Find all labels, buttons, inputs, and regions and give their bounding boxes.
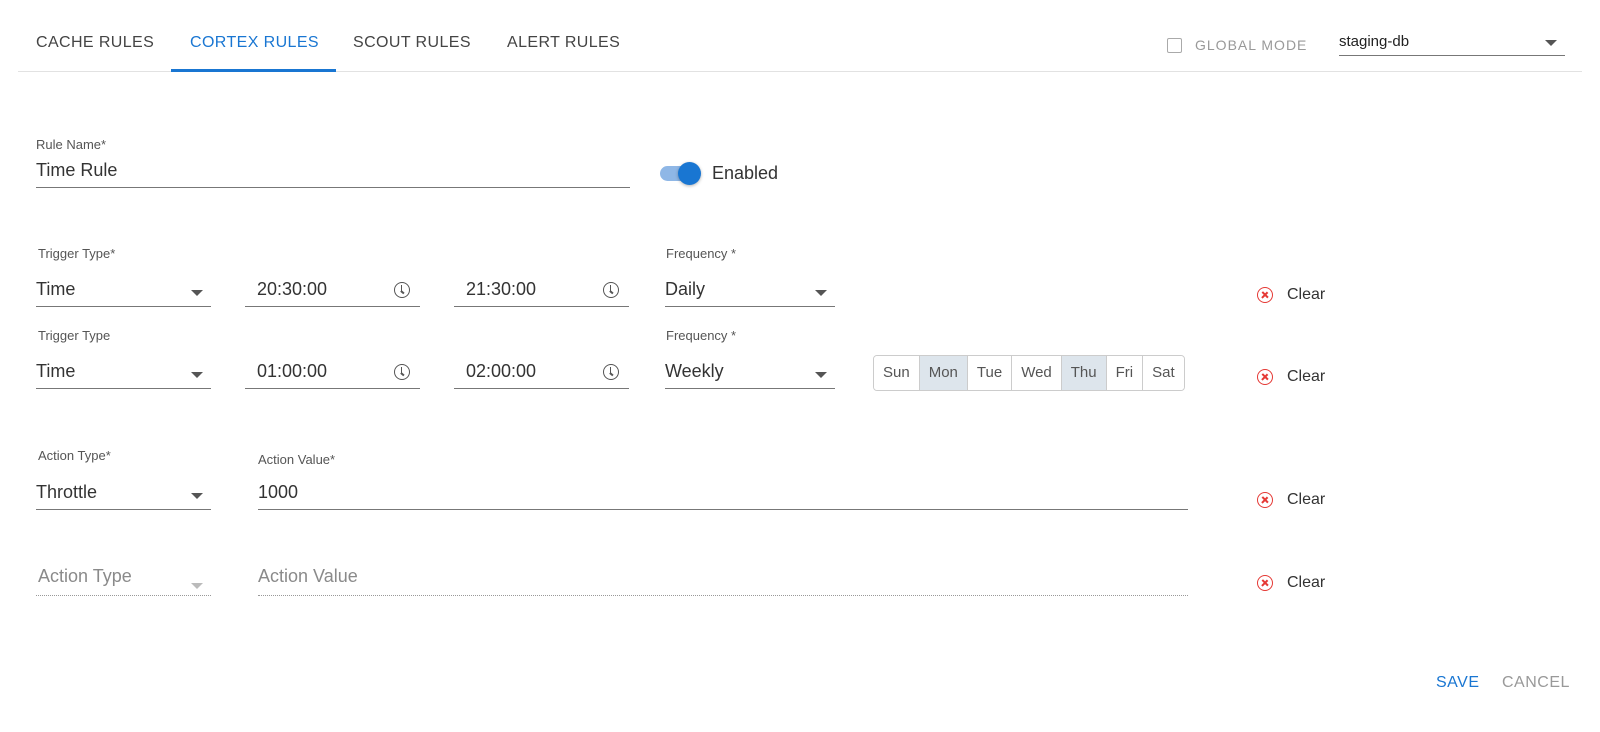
tab-cache-rules[interactable]: CACHE RULES: [36, 34, 154, 72]
enabled-toggle[interactable]: [660, 162, 702, 186]
chevron-down-icon: [815, 290, 827, 296]
close-circle-icon: [1257, 287, 1273, 303]
start-time-value: 01:00:00: [257, 361, 328, 381]
rule-name-label: Rule Name*: [36, 137, 107, 152]
day-toggle-thu[interactable]: Thu: [1061, 356, 1107, 390]
trigger-end-time-input[interactable]: 21:30:00: [454, 275, 629, 307]
trigger-start-time-input[interactable]: 01:00:00: [245, 357, 420, 389]
trigger-type-value: Time: [36, 279, 76, 299]
clear-label: Clear: [1287, 491, 1326, 508]
enabled-label: Enabled: [712, 163, 779, 183]
chevron-down-icon: [1545, 40, 1557, 46]
day-toggle-tue[interactable]: Tue: [967, 356, 1013, 390]
trigger-type-label: Trigger Type*: [38, 246, 116, 261]
clear-label: Clear: [1287, 286, 1326, 303]
clear-label: Clear: [1287, 574, 1326, 591]
tab-cortex-rules[interactable]: CORTEX RULES: [190, 34, 319, 72]
clear-action-button[interactable]: Clear: [1257, 574, 1325, 592]
frequency-value: Weekly: [665, 361, 724, 381]
day-toggle-sat[interactable]: Sat: [1143, 356, 1184, 390]
trigger-end-time-input[interactable]: 02:00:00: [454, 357, 629, 389]
global-mode-checkbox[interactable]: GLOBAL MODE: [1167, 37, 1307, 53]
database-select[interactable]: staging-db: [1339, 30, 1565, 56]
clear-trigger-button[interactable]: Clear: [1257, 286, 1325, 304]
end-time-value: 02:00:00: [466, 361, 537, 381]
chevron-down-icon: [191, 372, 203, 378]
tab-scout-rules[interactable]: SCOUT RULES: [353, 34, 471, 72]
day-toggle-sun[interactable]: Sun: [874, 356, 920, 390]
close-circle-icon: [1257, 369, 1273, 385]
cancel-button[interactable]: CANCEL: [1502, 674, 1570, 692]
chevron-down-icon: [191, 290, 203, 296]
close-circle-icon: [1257, 575, 1273, 591]
save-button[interactable]: SAVE: [1436, 674, 1480, 692]
chevron-down-icon: [191, 493, 203, 499]
clock-icon[interactable]: [394, 364, 410, 380]
toggle-thumb: [678, 162, 701, 185]
start-time-value: 20:30:00: [257, 279, 328, 299]
day-toggle-mon[interactable]: Mon: [919, 356, 968, 390]
action-type-select[interactable]: Throttle: [36, 478, 211, 510]
action-value-input[interactable]: Action Value: [258, 564, 1188, 596]
clock-icon[interactable]: [603, 282, 619, 298]
chevron-down-icon: [191, 583, 203, 589]
frequency-label: Frequency *: [666, 328, 737, 343]
clear-label: Clear: [1287, 368, 1326, 385]
trigger-type-select[interactable]: Time: [36, 275, 211, 307]
rule-name-input[interactable]: Time Rule: [36, 156, 630, 188]
frequency-select[interactable]: Weekly: [665, 357, 835, 389]
frequency-label: Frequency *: [666, 246, 737, 261]
rule-name-value: Time Rule: [36, 160, 118, 180]
action-value-input[interactable]: 1000: [258, 478, 1188, 510]
action-value: 1000: [258, 482, 299, 502]
trigger-type-select[interactable]: Time: [36, 357, 211, 389]
frequency-value: Daily: [665, 279, 706, 299]
action-value-placeholder: Action Value: [258, 566, 358, 586]
weekday-toggle-group: Sun Mon Tue Wed Thu Fri Sat: [873, 355, 1185, 391]
trigger-type-label: Trigger Type: [38, 328, 111, 343]
global-mode-label: GLOBAL MODE: [1195, 37, 1308, 53]
action-type-value: Throttle: [36, 482, 98, 502]
clock-icon[interactable]: [603, 364, 619, 380]
clear-action-button[interactable]: Clear: [1257, 491, 1325, 509]
action-type-label: Action Type*: [38, 448, 111, 463]
tab-alert-rules[interactable]: ALERT RULES: [507, 34, 620, 72]
day-toggle-fri[interactable]: Fri: [1106, 356, 1144, 390]
day-toggle-wed[interactable]: Wed: [1012, 356, 1062, 390]
action-type-select[interactable]: Action Type: [36, 564, 211, 596]
end-time-value: 21:30:00: [466, 279, 537, 299]
action-value-label: Action Value*: [258, 452, 336, 467]
checkbox-icon: [1167, 37, 1182, 53]
frequency-select[interactable]: Daily: [665, 275, 835, 307]
database-select-value: staging-db: [1339, 33, 1410, 50]
trigger-start-time-input[interactable]: 20:30:00: [245, 275, 420, 307]
active-tab-indicator: [171, 69, 336, 72]
clock-icon[interactable]: [394, 282, 410, 298]
trigger-type-value: Time: [36, 361, 76, 381]
action-type-placeholder: Action Type: [38, 566, 132, 586]
chevron-down-icon: [815, 372, 827, 378]
close-circle-icon: [1257, 492, 1273, 508]
clear-trigger-button[interactable]: Clear: [1257, 368, 1325, 386]
